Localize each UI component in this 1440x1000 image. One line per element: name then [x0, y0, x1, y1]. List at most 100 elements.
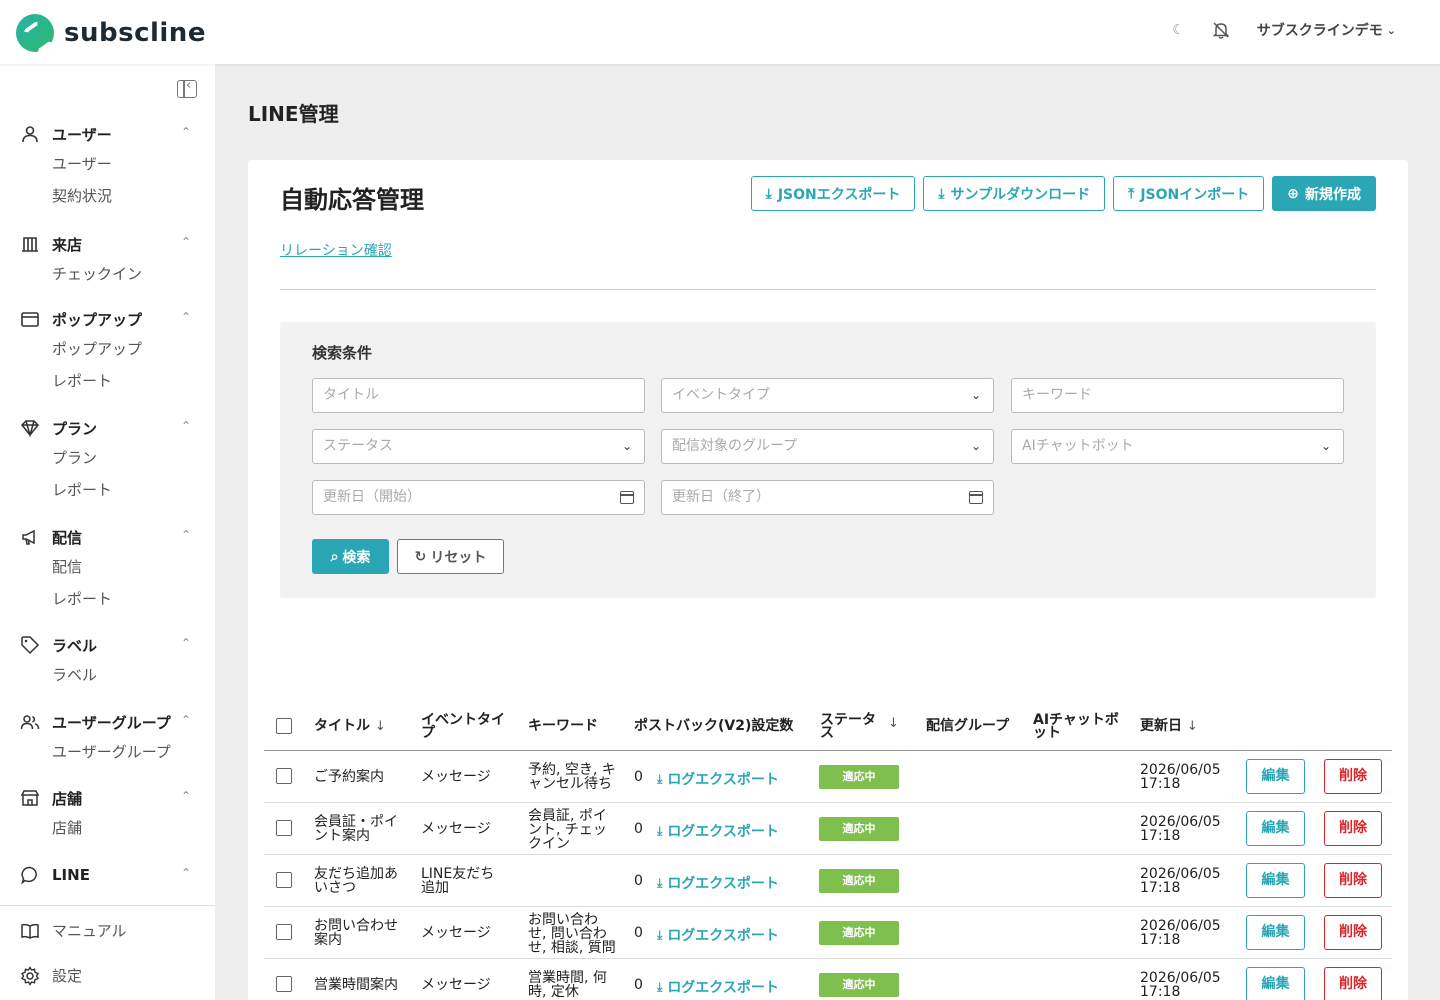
- nav-head-usergroup[interactable]: ユーザーグループ ⌃: [0, 710, 215, 734]
- log-export-link[interactable]: ⤓ ログエクスポート: [657, 769, 779, 789]
- sidebar-item-contracts[interactable]: 契約状況: [0, 180, 215, 212]
- nav-label: ユーザーグループ: [52, 713, 171, 732]
- sidebar-item-popup-report[interactable]: レポート: [0, 365, 215, 397]
- log-export-link[interactable]: ⤓ ログエクスポート: [657, 821, 779, 841]
- nav-head-user[interactable]: ユーザー ⌃: [0, 122, 215, 146]
- nav-group-usergroup: ユーザーグループ ⌃ ユーザーグループ: [0, 710, 215, 768]
- megaphone-icon: [22, 529, 35, 545]
- table-row: お問い合わせ 案内 メッセージ お問い合わ せ, 問い合わ せ, 相談, 質問 0 ⤓ ロ…: [264, 907, 1392, 959]
- search-button[interactable]: ⌕ 検索: [312, 539, 389, 574]
- delete-button[interactable]: 削除: [1324, 967, 1382, 1000]
- edit-button[interactable]: 編集: [1246, 811, 1305, 846]
- diamond-icon: [20, 420, 40, 438]
- nav-head-line[interactable]: LINE ⌃: [0, 863, 215, 887]
- event-type-select[interactable]: イベントタイプ ⌄: [661, 378, 994, 413]
- col-chatbot: AIチャットボ ット: [1033, 712, 1119, 741]
- json-import-button[interactable]: ⤒ JSONインポート: [1113, 176, 1265, 211]
- edit-button[interactable]: 編集: [1246, 967, 1305, 1000]
- cell-title: ご予約案内: [314, 769, 384, 785]
- nav-head-store[interactable]: 店舗 ⌃: [0, 786, 215, 810]
- status-select[interactable]: ステータス ⌄: [312, 429, 645, 464]
- log-export-label: ログエクスポート: [667, 980, 779, 996]
- log-export-link[interactable]: ⤓ ログエクスポート: [657, 925, 779, 945]
- chatbot-select[interactable]: AIチャットボット ⌄: [1011, 429, 1344, 464]
- sidebar-item-users[interactable]: ユーザー: [0, 148, 215, 180]
- sidebar-item-settings[interactable]: 設定: [20, 965, 82, 986]
- sidebar-item-delivery-report[interactable]: レポート: [0, 583, 215, 615]
- nav-label: 来店: [52, 235, 83, 254]
- title-input[interactable]: タイトル: [312, 378, 645, 413]
- group-select[interactable]: 配信対象のグループ ⌄: [661, 429, 994, 464]
- sidebar-item-label[interactable]: ラベル: [0, 659, 215, 691]
- table-row: 会員証・ポイ ント案内 メッセージ 会員証, ポイ ント, チェッ クイン 0 ⤓ ログエ…: [264, 803, 1392, 855]
- placeholder: キーワード: [1022, 387, 1092, 403]
- row-checkbox[interactable]: [276, 768, 292, 784]
- row-checkbox[interactable]: [276, 820, 292, 836]
- status-badge: 適応中: [819, 817, 899, 841]
- nav-group-line: LINE ⌃: [0, 863, 215, 887]
- log-export-link[interactable]: ⤓ ログエクスポート: [657, 873, 779, 893]
- json-export-button[interactable]: ⤓ JSONエクスポート: [750, 176, 916, 211]
- col-event-type: イベントタイ プ: [421, 712, 505, 741]
- sidebar-item-checkin[interactable]: チェックイン: [0, 258, 215, 290]
- nav-head-label[interactable]: ラベル ⌃: [0, 633, 215, 657]
- sidebar-item-store[interactable]: 店舗: [0, 812, 215, 844]
- tag-icon: [21, 636, 40, 655]
- notification-bell-off-icon[interactable]: [1211, 20, 1231, 40]
- edit-button[interactable]: 編集: [1246, 863, 1305, 898]
- create-new-button[interactable]: ⊕ 新規作成: [1272, 176, 1376, 211]
- delete-button[interactable]: 削除: [1324, 759, 1382, 794]
- row-checkbox[interactable]: [276, 872, 292, 888]
- cell-updated: 2026/06/05 17:18: [1140, 814, 1221, 844]
- date-start-input[interactable]: 更新日（開始）: [312, 480, 645, 515]
- delete-button[interactable]: 削除: [1324, 811, 1382, 846]
- sidebar-item-manual[interactable]: マニュアル: [20, 920, 127, 941]
- sidebar-item-popup[interactable]: ポップアップ: [0, 333, 215, 365]
- nav-head-popup[interactable]: ポップアップ ⌃: [0, 307, 215, 331]
- cell-event-type: メッセージ: [421, 769, 491, 785]
- sidebar-collapse-icon[interactable]: [177, 78, 197, 98]
- cell-event-type: メッセージ: [421, 925, 491, 941]
- row-checkbox[interactable]: [276, 924, 292, 940]
- auto-reply-table: タイトル ↓ イベントタイ プ キーワード ポストバック(V2)設定数 ステータ…: [264, 700, 1392, 1000]
- relation-check-link[interactable]: リレーション確認: [280, 240, 392, 260]
- date-end-input[interactable]: 更新日（終了）: [661, 480, 994, 515]
- sample-download-button[interactable]: ⤓ サンプルダウンロード: [923, 176, 1106, 211]
- sidebar-item-plan[interactable]: プラン: [0, 442, 215, 474]
- edit-button[interactable]: 編集: [1246, 759, 1305, 794]
- col-updated[interactable]: 更新日 ↓: [1140, 719, 1198, 733]
- keyword-input[interactable]: キーワード: [1011, 378, 1344, 413]
- chevron-down-icon: ⌄: [1386, 23, 1396, 37]
- calendar-icon: [620, 491, 634, 504]
- nav-head-plan[interactable]: プラン ⌃: [0, 416, 215, 440]
- col-status[interactable]: ステータ ス: [820, 713, 882, 740]
- row-checkbox[interactable]: [276, 976, 292, 992]
- sidebar-item-delivery[interactable]: 配信: [0, 551, 215, 583]
- nav-head-visit[interactable]: 来店 ⌃: [0, 232, 215, 256]
- select-all-checkbox[interactable]: [276, 718, 292, 734]
- sort-arrow-icon[interactable]: ↓: [888, 717, 899, 730]
- nav-head-delivery[interactable]: 配信 ⌃: [0, 525, 215, 549]
- edit-button[interactable]: 編集: [1246, 915, 1305, 950]
- log-export-link[interactable]: ⤓ ログエクスポート: [657, 977, 779, 997]
- user-menu[interactable]: サブスクラインデモ ⌄: [1257, 20, 1396, 40]
- delete-button[interactable]: 削除: [1324, 915, 1382, 950]
- download-icon: ⤓: [657, 875, 663, 890]
- chevron-up-icon: ⌃: [180, 636, 191, 650]
- brand-logo[interactable]: subscline: [16, 14, 206, 52]
- cell-event-type: LINE友だち 追加: [421, 866, 495, 896]
- chevron-up-icon: ⌃: [180, 528, 191, 542]
- dark-mode-icon[interactable]: ☾: [1172, 22, 1185, 38]
- sidebar-item-plan-report[interactable]: レポート: [0, 474, 215, 506]
- reset-button[interactable]: ↻ リセット: [397, 539, 504, 574]
- chevron-up-icon: ⌃: [180, 789, 191, 803]
- cell-postback: 0: [634, 769, 643, 785]
- button-label: リセット: [430, 549, 487, 566]
- download-icon: ⤓: [657, 979, 663, 994]
- brand-mark-icon: [16, 14, 54, 52]
- placeholder: タイトル: [323, 387, 379, 403]
- sidebar-item-usergroup[interactable]: ユーザーグループ: [0, 736, 215, 768]
- log-export-label: ログエクスポート: [667, 772, 779, 788]
- col-title[interactable]: タイトル ↓: [314, 719, 386, 733]
- delete-button[interactable]: 削除: [1324, 863, 1382, 898]
